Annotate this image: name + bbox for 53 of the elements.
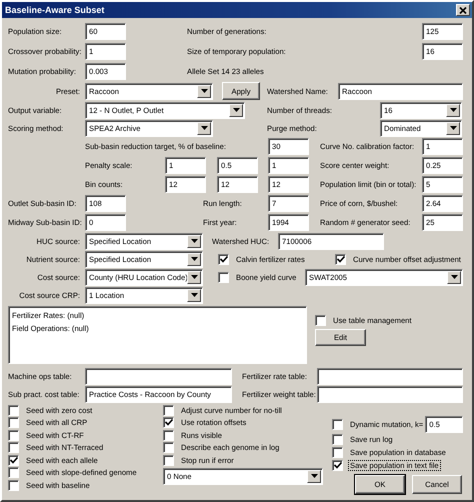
input-field[interactable] (85, 368, 232, 384)
caret-icon (190, 293, 198, 297)
checkbox[interactable] (335, 254, 346, 264)
checkbox[interactable] (8, 467, 19, 478)
checkmark-icon (10, 456, 18, 464)
window-title: Baseline-Aware Subset (5, 5, 104, 15)
caret-icon (190, 257, 198, 261)
caret-icon (450, 126, 456, 130)
checkbox[interactable] (332, 447, 343, 458)
checkbox[interactable] (163, 404, 174, 416)
dropdown-button[interactable] (197, 122, 211, 134)
checkbox[interactable] (218, 272, 229, 282)
dropdown-button[interactable] (446, 104, 460, 116)
checkmark-icon (336, 256, 344, 262)
caret-icon (190, 239, 198, 243)
input-field[interactable] (317, 368, 463, 384)
caret-icon (310, 474, 318, 478)
checkbox[interactable] (332, 460, 343, 471)
checkbox[interactable] (8, 442, 19, 454)
caret-icon (450, 275, 458, 279)
dropdown-button[interactable] (187, 234, 201, 248)
dropdown-button[interactable] (447, 270, 461, 284)
dropdown-button[interactable] (229, 104, 243, 116)
caret-icon (232, 108, 240, 112)
close-icon (459, 6, 467, 14)
dropdown-button[interactable] (307, 470, 321, 482)
dropdown-button[interactable] (187, 288, 201, 302)
checkbox[interactable] (218, 254, 229, 264)
checkbox[interactable] (8, 417, 19, 428)
checkbox[interactable] (8, 404, 19, 416)
caret-icon (200, 126, 208, 130)
input-field[interactable] (317, 386, 463, 402)
checkbox[interactable] (315, 315, 326, 326)
caret-icon (190, 275, 198, 279)
checkbox[interactable] (163, 442, 174, 454)
checkbox[interactable] (332, 419, 343, 430)
checkbox[interactable] (8, 430, 19, 441)
caret-icon (450, 108, 456, 112)
close-button[interactable] (456, 4, 470, 16)
checkmark-icon (220, 256, 228, 262)
checkmark-icon (334, 462, 342, 469)
checkbox[interactable] (332, 434, 343, 445)
caret-icon (200, 89, 208, 93)
checkbox[interactable] (163, 417, 174, 428)
checkbox[interactable] (8, 480, 19, 491)
dropdown-button[interactable] (197, 84, 211, 98)
dropdown-button[interactable] (446, 122, 460, 134)
checkbox[interactable] (163, 454, 174, 466)
checkbox[interactable] (8, 454, 19, 466)
checkmark-icon (164, 419, 172, 426)
dropdown-button[interactable] (187, 270, 201, 284)
checkbox[interactable] (163, 430, 174, 441)
dropdown-button[interactable] (187, 252, 201, 266)
